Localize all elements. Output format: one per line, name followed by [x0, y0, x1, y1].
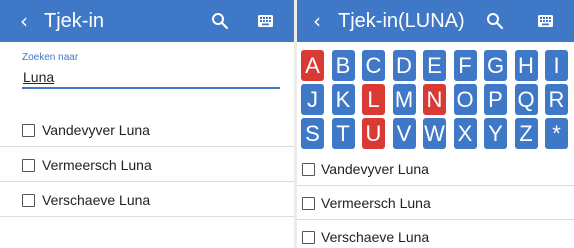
person-name: Vandevyver Luna — [321, 161, 429, 177]
key-p[interactable]: P — [484, 84, 507, 115]
list-item[interactable]: Vandevyver Luna — [297, 154, 574, 186]
key-v[interactable]: V — [392, 118, 416, 149]
page-title: Tjek-in(LUNA) — [338, 10, 465, 32]
chevron-left-icon[interactable]: ‹ — [20, 11, 28, 31]
search-field[interactable]: Zoeken naar Luna — [22, 52, 280, 90]
checkin-screen-search: ‹ Tjek-in Zoeken naar Luna Vandevyver Lu… — [0, 0, 294, 248]
key-u[interactable]: U — [362, 118, 385, 149]
divider — [0, 146, 294, 147]
key-b[interactable]: B — [331, 50, 355, 81]
checkbox[interactable] — [22, 124, 35, 137]
key-i[interactable]: I — [545, 50, 568, 81]
divider — [297, 219, 574, 220]
list-item[interactable]: Vandevyver Luna — [0, 115, 294, 147]
key-n[interactable]: N — [423, 84, 446, 115]
key-z[interactable]: Z — [514, 118, 538, 149]
divider — [0, 216, 294, 217]
key-f[interactable]: F — [453, 50, 477, 81]
checkbox[interactable] — [302, 163, 315, 176]
key-a[interactable]: A — [301, 50, 324, 81]
page-title: Tjek-in — [44, 10, 105, 32]
checkin-screen-keyboard: ‹ Tjek-in(LUNA) ABCDEFGHI JKLMNOPQR STUVWX… — [297, 0, 574, 248]
key-c[interactable]: C — [362, 50, 385, 81]
chevron-left-icon[interactable]: ‹ — [313, 11, 321, 31]
person-name: Vermeersch Luna — [321, 195, 431, 211]
list-item[interactable]: Vermeersch Luna — [0, 150, 294, 182]
person-name: Vandevyver Luna — [42, 122, 150, 138]
key-asterisk[interactable]: * — [545, 118, 568, 149]
app-bar: ‹ Tjek-in(LUNA) — [297, 0, 574, 42]
key-k[interactable]: K — [331, 84, 355, 115]
search-field-label: Zoeken naar — [22, 52, 79, 63]
letter-keyboard: A B C D E F G H I J K L M N O P Q R S T U V W X Y Z * — [297, 42, 574, 154]
key-m[interactable]: M — [392, 84, 416, 115]
key-t[interactable]: T — [331, 118, 355, 149]
key-s[interactable]: S — [301, 118, 324, 149]
person-name: Verschaeve Luna — [42, 192, 151, 208]
key-q[interactable]: Q — [514, 84, 538, 115]
search-icon[interactable] — [486, 12, 504, 30]
list-item[interactable]: Verschaeve Luna — [0, 185, 294, 217]
list-item[interactable]: Verschaeve Luna — [297, 222, 574, 248]
checkbox[interactable] — [22, 194, 35, 207]
person-name: Vermeersch Luna — [42, 157, 152, 173]
key-w[interactable]: W — [423, 118, 446, 149]
keyboard-icon[interactable] — [258, 15, 273, 27]
key-l[interactable]: L — [362, 84, 385, 115]
key-g[interactable]: G — [484, 50, 507, 81]
list-item[interactable]: Vermeersch Luna — [297, 188, 574, 220]
search-icon[interactable] — [211, 12, 229, 30]
divider — [0, 181, 294, 182]
key-x[interactable]: X — [453, 118, 477, 149]
key-y[interactable]: Y — [484, 118, 507, 149]
key-j[interactable]: J — [301, 84, 324, 115]
keyboard-icon[interactable] — [538, 15, 553, 27]
divider — [297, 185, 574, 186]
app-bar: ‹ Tjek-in — [0, 0, 294, 42]
checkbox[interactable] — [22, 159, 35, 172]
person-name: Verschaeve Luna — [321, 229, 430, 245]
checkbox[interactable] — [302, 197, 315, 210]
search-field-underline — [22, 87, 280, 89]
key-o[interactable]: O — [453, 84, 477, 115]
search-input[interactable]: Luna — [23, 69, 54, 86]
key-e[interactable]: E — [423, 50, 446, 81]
key-d[interactable]: D — [392, 50, 416, 81]
key-h[interactable]: H — [514, 50, 538, 81]
checkbox[interactable] — [302, 231, 315, 244]
key-r[interactable]: R — [545, 84, 568, 115]
